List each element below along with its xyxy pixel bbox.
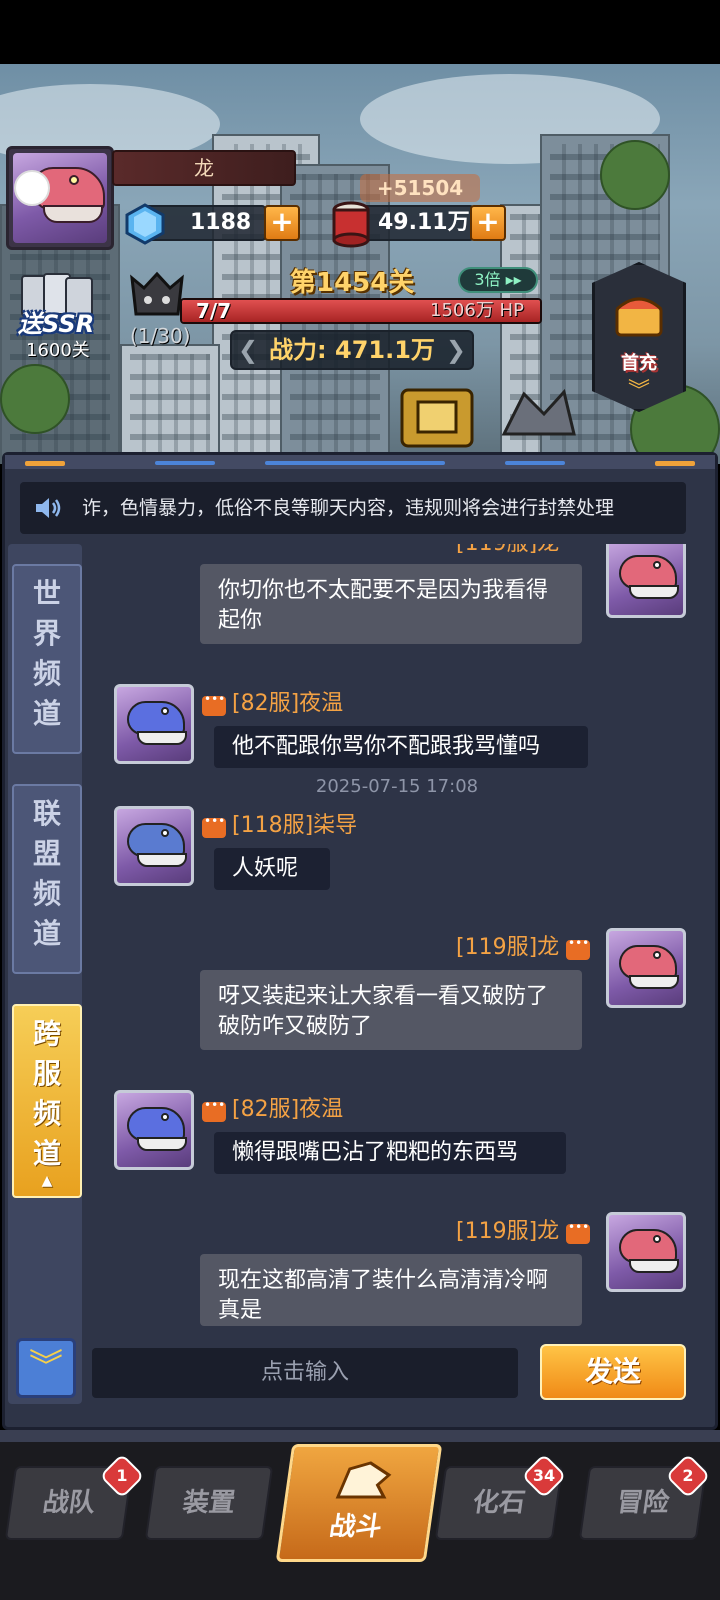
message-text: 现在这都高清了装什么高清清冷啊 [218,1268,549,1293]
message-text: 起你 [218,608,263,633]
tab-char: 联 [32,797,61,830]
dino-skull-icon [335,1461,392,1499]
message-list[interactable]: [119服]龙 你切你也不太配要不是因为我看得 起你 [82服]夜温 他不配跟你… [82,544,702,1334]
first-charge-button[interactable]: 首充 ︾ [592,262,686,412]
ssr-gift-level: 1600关 [26,340,90,361]
treasure-icon [615,297,663,337]
message-text: 真是 [218,1298,263,1323]
message-sender: [119服]龙 [456,1219,560,1244]
notice-bar: 诈，色情暴力，低俗不良等聊天内容，违规则将会进行封禁处理 [20,482,686,534]
nav-label: 战斗 [327,1512,384,1542]
tab-char: 道 [32,697,61,730]
status-bar [0,0,720,64]
hp-value: 1506万 HP [430,300,524,321]
tab-char: 道 [32,1137,61,1170]
send-button[interactable]: 发送 [540,1344,686,1400]
avatar[interactable] [114,684,194,764]
message-bubble: 懒得跟嘴巴沾了粑粑的东西骂 [214,1132,566,1174]
tab-char: 服 [32,1057,61,1090]
message-sender: [118服]柒导 [232,813,358,838]
message-bubble: 现在这都高清了装什么高清清冷啊 真是 [200,1254,582,1326]
meat-can-icon [332,201,370,248]
avatar[interactable] [606,544,686,618]
first-charge-label: 首充 [621,353,657,374]
tab-cross-server-channel[interactable]: 跨 服 频 道 ▲ [12,1004,82,1198]
right-chevron-icon: ❯ [445,336,466,364]
chat-bubble-icon [202,814,226,838]
add-gems-button[interactable]: + [264,205,300,241]
message-sender: [119服]龙 [456,935,560,960]
tab-char: 盟 [32,837,61,870]
message-bubble: 人妖呢 [214,848,330,890]
tab-world-channel[interactable]: 世 界 频 道 [12,564,82,754]
avatar[interactable] [606,928,686,1008]
chat-bubble-icon [566,936,590,960]
nav-equip-button[interactable]: 装置 [144,1466,274,1540]
tab-char: 频 [32,1097,61,1130]
speaker-icon [36,498,61,518]
tab-char: 世 [32,577,61,610]
message-text: 破防咋又破防了 [218,1014,373,1039]
caret-up-icon: ▲ [41,1173,53,1189]
message-sender: [82服]夜温 [232,691,344,716]
message-sender: [82服]夜温 [232,1097,344,1122]
add-gold-button[interactable]: + [470,205,506,241]
collapse-chat-button[interactable]: ︾ [16,1338,76,1398]
message-text: 呀又装起来让大家看一看又破防了 [218,984,549,1009]
floating-assist-button[interactable] [14,170,50,206]
tab-alliance-channel[interactable]: 联 盟 频 道 [12,784,82,974]
channel-tabs: 世 界 频 道 联 盟 频 道 跨 服 频 道 ▲ [8,544,82,1404]
message-text: 人妖呢 [232,856,299,881]
notice-text: 诈，色情暴力，低俗不良等聊天内容，违规则将会进行封禁处理 [82,497,615,519]
boss-count: (1/30) [130,324,191,348]
avatar[interactable] [606,1212,686,1292]
message-sender: [119服]龙 [456,544,559,558]
nav-label: 化石 [470,1488,528,1518]
speed-toggle[interactable]: 3倍 ▸▸ [458,267,538,293]
tab-char: 频 [32,877,61,910]
chat-bubble-icon [202,1098,226,1122]
speed-label: 3倍 [474,270,501,289]
avatar[interactable] [114,806,194,886]
nav-battle-button[interactable]: 战斗 [275,1444,443,1562]
gem-icon [125,203,165,245]
tab-char: 界 [32,617,61,650]
nav-label: 冒险 [614,1488,672,1518]
message-bubble: 呀又装起来让大家看一看又破防了 破防咋又破防了 [200,970,582,1050]
left-chevron-icon: ❮ [238,336,259,364]
mecha-skin-icon[interactable] [494,384,584,454]
message-text: 懒得跟嘴巴沾了粑粑的东西骂 [232,1140,519,1165]
tab-char: 频 [32,657,61,690]
player-name: 龙 [112,150,296,186]
nav-label: 战队 [40,1488,98,1518]
bottom-nav-trim [0,1430,720,1442]
chat-input[interactable]: 点击输入 [92,1348,518,1398]
gold-gain-badge: +51504 [360,174,480,202]
message-text: 他不配跟你骂你不配跟我骂懂吗 [232,734,541,759]
nav-label: 装置 [180,1488,238,1518]
message-bubble: 你切你也不太配要不是因为我看得 起你 [200,564,582,644]
message-timestamp: 2025-07-15 17:08 [315,776,479,797]
avatar[interactable] [114,1090,194,1170]
chat-bubble-icon [566,1220,590,1244]
ssr-gift-label: 送SSR [18,310,95,338]
combat-power-label: 战力: 471.1万 [269,336,435,364]
hp-wave: 7/7 [196,299,232,323]
double-chevron-down-icon: ︾ [29,1347,63,1387]
dragon-treasure-icon[interactable] [392,384,482,454]
message-text: 你切你也不太配要不是因为我看得 [218,578,549,603]
tab-char: 道 [32,917,61,950]
combat-power: ❮ 战力: 471.1万 ❯ [230,330,474,370]
stage-level: 第1454关 [290,268,415,298]
message-bubble: 他不配跟你骂你不配跟我骂懂吗 [214,726,588,768]
tab-char: 跨 [32,1017,61,1050]
chat-bubble-icon [202,692,226,716]
